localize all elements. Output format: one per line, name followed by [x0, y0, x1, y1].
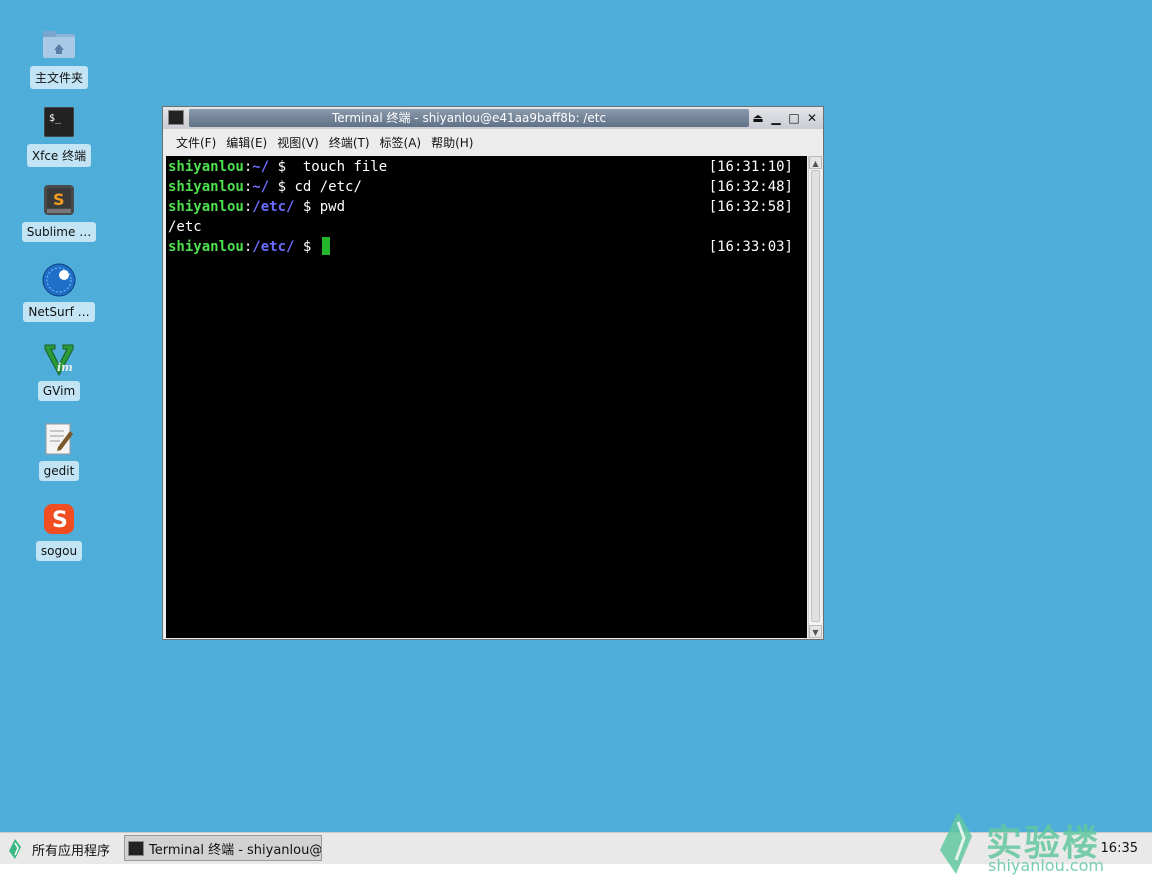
terminal-window[interactable]: Terminal 终端 - shiyanlou@e41aa9baff8b: /e… [162, 106, 824, 640]
prompt-user: shiyanlou [168, 179, 244, 195]
terminal-line: shiyanlou:/etc/ $ [16:33:03] [168, 237, 799, 257]
desktop-icon-label: Sublime … [21, 222, 97, 242]
applications-menu-button[interactable]: 所有应用程序 [6, 837, 110, 861]
command-text: cd /etc/ [294, 179, 362, 195]
prompt-path: ~/ [252, 179, 270, 195]
scrollbar-thumb[interactable] [811, 170, 820, 622]
prompt-user: shiyanlou [168, 159, 244, 175]
shiyanlou-watermark: 实验楼 shiyanlou.com [930, 808, 1104, 878]
terminal-line: shiyanlou:/etc/ $ pwd [16:32:58] [168, 197, 799, 217]
desktop-icon-label: GVim [37, 381, 81, 401]
home-folder-icon [41, 26, 77, 62]
prompt-user: shiyanlou [168, 199, 244, 215]
clock[interactable]: 16:35 [1101, 841, 1138, 856]
menu-tabs[interactable]: 标签(A) [375, 131, 427, 155]
window-title: Terminal 终端 - shiyanlou@e41aa9baff8b: /e… [189, 109, 749, 127]
menu-edit[interactable]: 编辑(E) [221, 131, 272, 155]
window-titlebar[interactable]: Terminal 终端 - shiyanlou@e41aa9baff8b: /e… [163, 107, 823, 129]
minimize-button[interactable]: ▁ [769, 110, 783, 125]
terminal-line: shiyanlou:~/ $ touch file [16:31:10] [168, 157, 799, 177]
command-output: /etc [168, 219, 202, 235]
shiyanlou-logo-icon [940, 812, 972, 874]
gedit-icon [41, 421, 77, 457]
gvim-icon: im [41, 341, 77, 377]
menu-file[interactable]: 文件(F) [171, 131, 221, 155]
prompt-path: /etc/ [252, 199, 295, 215]
vertical-scrollbar[interactable]: ▲ ▼ [808, 156, 822, 638]
terminal-output[interactable]: shiyanlou:~/ $ touch file [16:31:10] shiy… [166, 156, 807, 638]
desktop-icon-gedit[interactable]: gedit [14, 421, 104, 481]
desktop-icon-sogou[interactable]: S sogou [14, 501, 104, 561]
desktop-icon-label: NetSurf … [23, 302, 95, 322]
prompt-symbol: $ [294, 199, 320, 215]
shade-button[interactable]: ⏏ [751, 110, 765, 125]
timestamp: [16:32:58] [708, 199, 793, 215]
desktop-icon-label: sogou [35, 541, 83, 561]
command-text: touch file [294, 159, 388, 175]
prompt-user: shiyanlou [168, 239, 244, 255]
scroll-down-icon[interactable]: ▼ [809, 625, 822, 638]
menu-terminal[interactable]: 终端(T) [324, 131, 375, 155]
app-menu-leaf-icon [9, 839, 21, 859]
timestamp: [16:31:10] [708, 159, 793, 175]
terminal-icon: $_ [41, 104, 77, 140]
svg-text:im: im [57, 361, 73, 374]
prompt-path: /etc/ [252, 239, 295, 255]
watermark-url: shiyanlou.com [988, 856, 1104, 875]
sogou-icon: S [41, 501, 77, 537]
svg-text:S: S [52, 508, 68, 533]
desktop-icon-label: Xfce 终端 [26, 144, 92, 167]
maximize-button[interactable]: □ [787, 110, 801, 125]
terminal-app-icon[interactable] [168, 110, 184, 125]
svg-text:S: S [53, 190, 65, 209]
timestamp: [16:33:03] [708, 239, 793, 255]
scroll-up-icon[interactable]: ▲ [809, 156, 822, 169]
close-button[interactable]: ✕ [805, 110, 819, 125]
menu-view[interactable]: 视图(V) [272, 131, 324, 155]
taskbar-item-label: Terminal 终端 - shiyanlou@… [149, 842, 322, 858]
command-text: pwd [319, 199, 346, 215]
applications-menu-label: 所有应用程序 [32, 843, 111, 859]
menu-help[interactable]: 帮助(H) [426, 131, 478, 155]
desktop-icon-netsurf[interactable]: NetSurf … [14, 262, 104, 322]
terminal-icon [128, 840, 144, 856]
desktop-icon-sublime[interactable]: S Sublime … [14, 182, 104, 242]
desktop-icon-xfce-terminal[interactable]: $_ Xfce 终端 [14, 104, 104, 167]
sublime-icon: S [41, 182, 77, 218]
menubar: 文件(F) 编辑(E) 视图(V) 终端(T) 标签(A) 帮助(H) [163, 131, 823, 155]
desktop-icon-gvim[interactable]: im GVim [14, 341, 104, 401]
timestamp: [16:32:48] [708, 179, 793, 195]
prompt-symbol: $ [269, 179, 295, 195]
terminal-line: /etc [168, 217, 799, 237]
text-cursor [321, 237, 330, 255]
taskbar-item-terminal[interactable]: Terminal 终端 - shiyanlou@… [124, 835, 322, 861]
svg-text:$_: $_ [49, 113, 62, 124]
desktop-icon-label: gedit [38, 461, 80, 481]
desktop-icon-home[interactable]: 主文件夹 [14, 26, 104, 89]
prompt-symbol: $ [294, 239, 320, 255]
prompt-path: ~/ [252, 159, 270, 175]
desktop-icon-label: 主文件夹 [29, 66, 88, 89]
prompt-symbol: $ [269, 159, 295, 175]
netsurf-icon [41, 262, 77, 298]
terminal-line: shiyanlou:~/ $ cd /etc/[16:32:48] [168, 177, 799, 197]
